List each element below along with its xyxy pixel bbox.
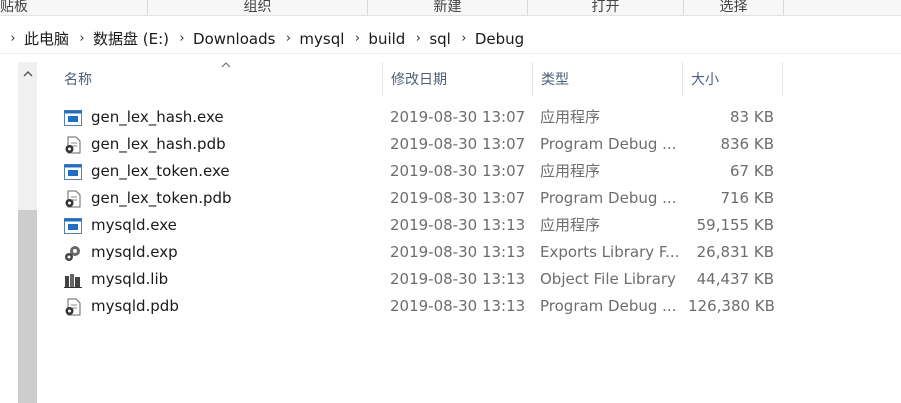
scroll-up-icon[interactable] [18, 62, 37, 84]
file-row[interactable]: mysqld.exe 2019-08-30 13:13 应用程序 59,155 … [48, 212, 808, 239]
file-type: Program Debug ... [540, 297, 677, 315]
file-type: 应用程序 [540, 162, 601, 180]
sort-ascending-icon [221, 60, 231, 71]
file-size: 83 KB [730, 108, 774, 126]
chevron-right-icon[interactable]: › [457, 31, 471, 46]
exe-icon [64, 217, 82, 235]
breadcrumb-downloads[interactable]: Downloads [189, 30, 281, 48]
file-row[interactable]: mysqld.lib 2019-08-30 13:13 Object File … [48, 266, 808, 293]
ribbon-group-open: 打开 [528, 0, 684, 15]
ribbon-group-clipboard: 剪贴板 [0, 0, 148, 15]
file-name[interactable]: gen_lex_token.exe [91, 158, 230, 185]
pdb-icon [64, 136, 82, 154]
file-type: Program Debug ... [540, 135, 677, 153]
file-date: 2019-08-30 13:13 [390, 243, 526, 261]
file-row[interactable]: mysqld.pdb 2019-08-30 13:13 Program Debu… [48, 293, 808, 320]
column-header-type[interactable]: 类型 [533, 62, 683, 96]
breadcrumb: › 此电脑 › 数据盘 (E:) › Downloads › mysql › b… [0, 24, 901, 54]
file-size: 836 KB [720, 135, 774, 153]
ribbon-group-organize: 组织 [148, 0, 368, 15]
nav-pane-scrollbar[interactable] [18, 62, 37, 403]
scrollbar-thumb[interactable] [18, 210, 37, 403]
chevron-right-icon[interactable]: › [75, 31, 89, 46]
lib-icon [64, 271, 82, 289]
file-date: 2019-08-30 13:13 [390, 216, 526, 234]
exe-icon [64, 109, 82, 127]
file-size: 26,831 KB [696, 243, 774, 261]
file-row[interactable]: gen_lex_hash.exe 2019-08-30 13:07 应用程序 8… [48, 104, 808, 131]
file-size: 716 KB [720, 189, 774, 207]
file-date: 2019-08-30 13:07 [390, 189, 526, 207]
file-date: 2019-08-30 13:13 [390, 297, 526, 315]
column-header-name[interactable]: 名称 [56, 62, 383, 96]
file-list: gen_lex_hash.exe 2019-08-30 13:07 应用程序 8… [48, 104, 808, 320]
column-header-date[interactable]: 修改日期 [383, 62, 533, 96]
file-type: 应用程序 [540, 216, 601, 234]
ribbon-group-select: 选择 [684, 0, 784, 15]
file-row[interactable]: gen_lex_token.pdb 2019-08-30 13:07 Progr… [48, 185, 808, 212]
chevron-right-icon[interactable]: › [281, 31, 295, 46]
file-row[interactable]: gen_lex_token.exe 2019-08-30 13:07 应用程序 … [48, 158, 808, 185]
file-type: Object File Library [540, 270, 676, 288]
file-size: 59,155 KB [696, 216, 774, 234]
chevron-right-icon[interactable]: › [6, 31, 20, 46]
breadcrumb-build[interactable]: build [364, 30, 411, 48]
column-header-size[interactable]: 大小 [683, 62, 783, 96]
file-size: 44,437 KB [696, 270, 774, 288]
ribbon-group-new: 新建 [368, 0, 528, 15]
column-headers: 名称 修改日期 类型 大小 [48, 62, 808, 96]
file-name[interactable]: gen_lex_token.pdb [91, 185, 232, 212]
breadcrumb-data-drive[interactable]: 数据盘 (E:) [89, 28, 175, 49]
breadcrumb-debug[interactable]: Debug [471, 30, 530, 48]
file-name[interactable]: mysqld.lib [91, 266, 168, 293]
file-row[interactable]: mysqld.exp 2019-08-30 13:13 Exports Libr… [48, 239, 808, 266]
exp-icon [64, 244, 82, 262]
breadcrumb-this-pc[interactable]: 此电脑 [20, 28, 75, 49]
file-date: 2019-08-30 13:07 [390, 162, 526, 180]
file-size: 67 KB [730, 162, 774, 180]
chevron-right-icon[interactable]: › [175, 31, 189, 46]
exe-icon [64, 163, 82, 181]
chevron-right-icon[interactable]: › [411, 31, 425, 46]
pdb-icon [64, 298, 82, 316]
ribbon-group-labels: 剪贴板 组织 新建 打开 选择 [0, 0, 901, 16]
file-type: Exports Library F... [540, 243, 680, 261]
file-type: Program Debug ... [540, 189, 677, 207]
chevron-right-icon[interactable]: › [350, 31, 364, 46]
file-name[interactable]: mysqld.exp [91, 239, 178, 266]
file-type: 应用程序 [540, 108, 601, 126]
breadcrumb-mysql[interactable]: mysql [295, 30, 350, 48]
file-date: 2019-08-30 13:07 [390, 135, 526, 153]
pdb-icon [64, 190, 82, 208]
file-date: 2019-08-30 13:13 [390, 270, 526, 288]
file-name[interactable]: gen_lex_hash.exe [91, 104, 224, 131]
file-name[interactable]: mysqld.pdb [91, 293, 179, 320]
file-name[interactable]: gen_lex_hash.pdb [91, 131, 226, 158]
breadcrumb-sql[interactable]: sql [425, 30, 457, 48]
file-row[interactable]: gen_lex_hash.pdb 2019-08-30 13:07 Progra… [48, 131, 808, 158]
file-name[interactable]: mysqld.exe [91, 212, 177, 239]
file-size: 126,380 KB [688, 297, 775, 315]
file-date: 2019-08-30 13:07 [390, 108, 526, 126]
